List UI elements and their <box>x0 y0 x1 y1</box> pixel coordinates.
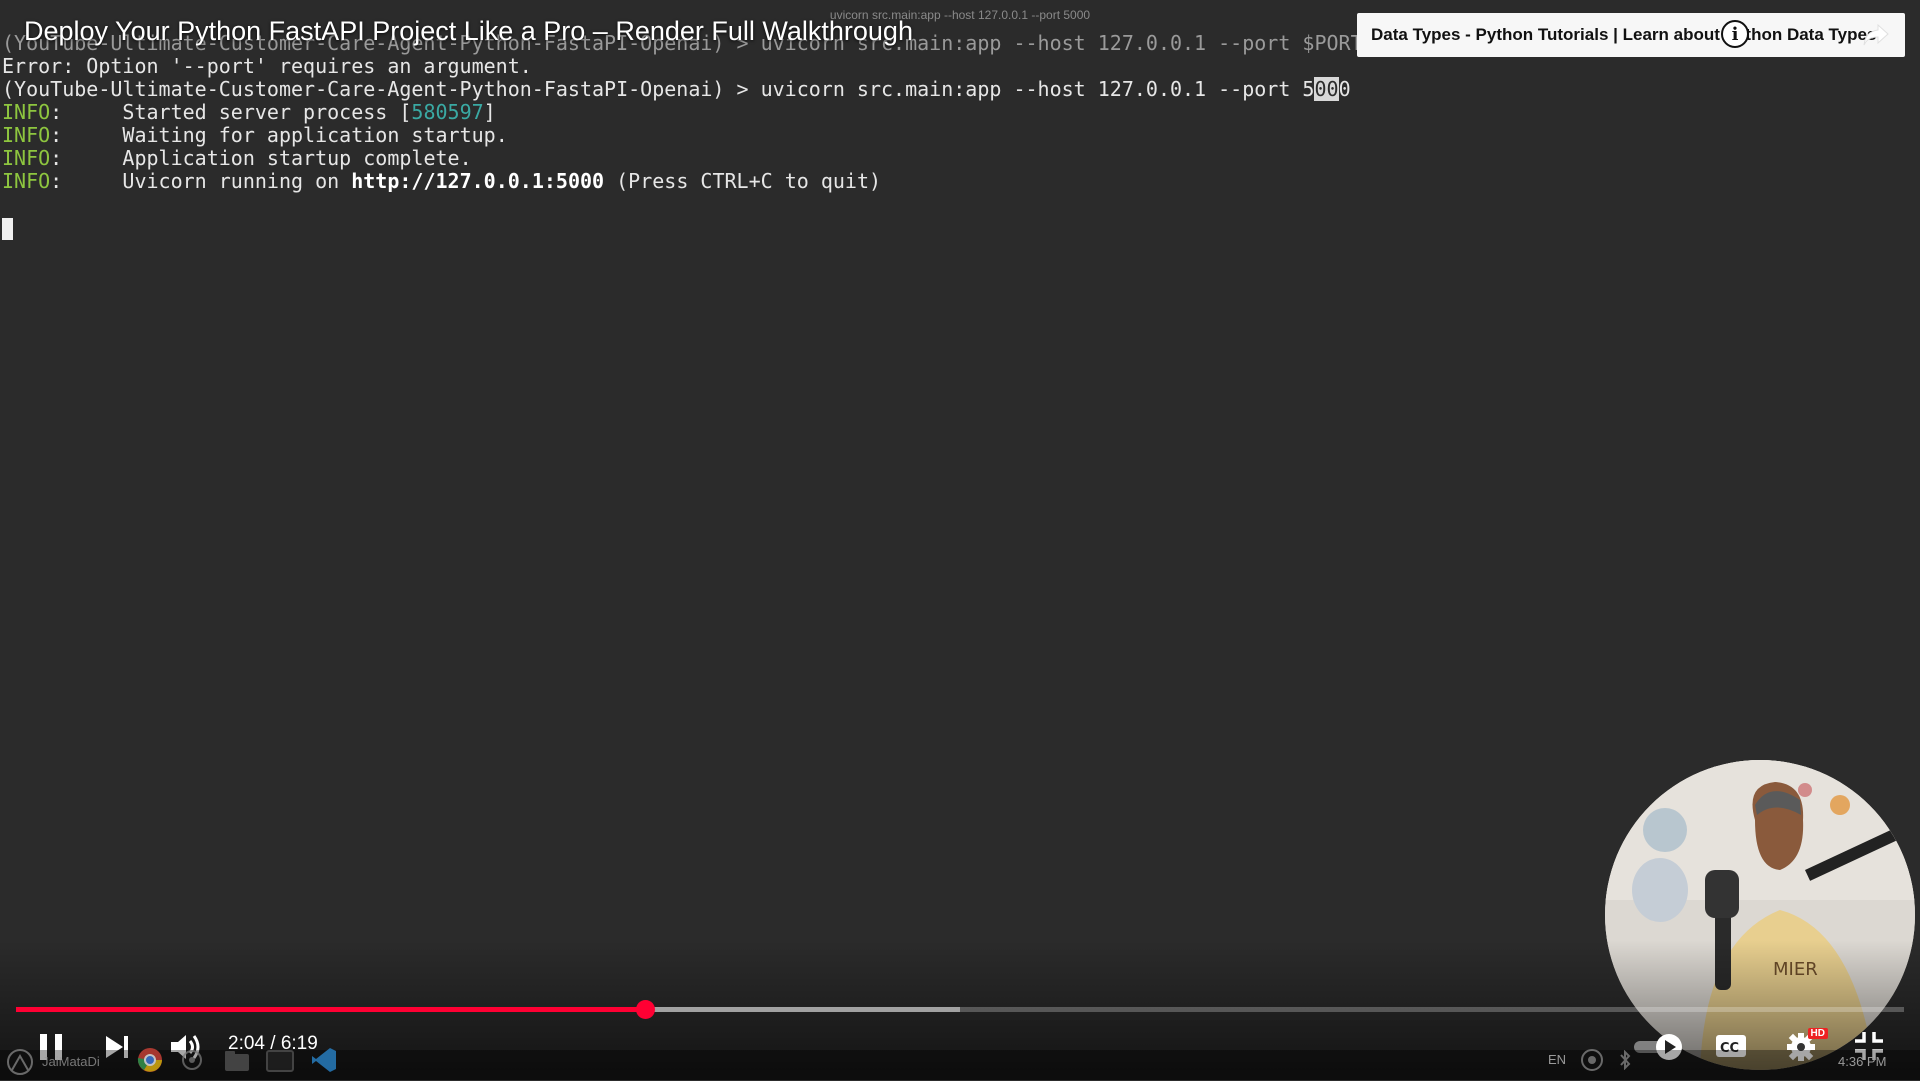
log-message-end: ] <box>483 100 496 124</box>
progress-scrubber[interactable] <box>635 1000 655 1019</box>
log-colon: : <box>50 100 63 124</box>
os-logo-icon[interactable] <box>6 1048 34 1081</box>
log-message-end: (Press CTRL+C to quit) <box>604 169 882 193</box>
video-title[interactable]: Deploy Your Python FastAPI Project Like … <box>24 16 913 47</box>
log-message: Started server process [ <box>62 100 412 124</box>
log-message: Uvicorn running on <box>62 169 352 193</box>
terminal-line-5: INFO: Waiting for application startup. <box>2 124 508 147</box>
command-text: (YouTube-Ultimate-Customer-Care-Agent-Py… <box>2 77 1315 101</box>
progress-bar[interactable] <box>16 1000 1904 1019</box>
log-level: INFO <box>2 146 51 170</box>
log-level: INFO <box>2 123 51 147</box>
log-level: INFO <box>2 169 51 193</box>
system-clock: 4:36 PM <box>1838 1054 1887 1069</box>
log-message: Waiting for application startup. <box>62 123 508 147</box>
log-colon: : <box>50 146 63 170</box>
terminal-app-icon[interactable] <box>266 1050 294 1077</box>
log-level: INFO <box>2 100 51 124</box>
share-icon[interactable] <box>1863 23 1889 52</box>
info-card[interactable]: Data Types - Python Tutorials | Learn ab… <box>1357 13 1905 57</box>
files-app-icon[interactable] <box>224 1050 250 1077</box>
selected-text: 00 <box>1314 77 1339 101</box>
log-colon: : <box>50 169 63 193</box>
command-text-end: 0 <box>1338 77 1351 101</box>
terminal-line-7: INFO: Uvicorn running on http://127.0.0.… <box>2 170 881 193</box>
info-icon[interactable]: i <box>1721 20 1749 48</box>
hd-badge: HD <box>1807 1028 1828 1039</box>
process-id: 580597 <box>411 100 484 124</box>
keyboard-language[interactable]: EN <box>1548 1052 1566 1067</box>
settings-app-icon[interactable] <box>180 1048 204 1077</box>
obs-icon[interactable] <box>1580 1048 1604 1077</box>
terminal-cursor <box>2 218 13 240</box>
terminal-line-6: INFO: Application startup complete. <box>2 147 472 170</box>
progress-played <box>16 1007 645 1012</box>
terminal-line-4: INFO: Started server process [580597] <box>2 101 496 124</box>
terminal-line-2: Error: Option '--port' requires an argum… <box>2 54 532 78</box>
log-message: Application startup complete. <box>62 146 472 170</box>
taskbar-user-label: JaiMataDi <box>42 1054 100 1069</box>
info-card-text: Data Types - Python Tutorials | Learn ab… <box>1371 25 1877 44</box>
server-url: http://127.0.0.1:5000 <box>351 169 605 193</box>
vscode-icon[interactable] <box>310 1046 338 1079</box>
chrome-icon[interactable] <box>136 1046 164 1079</box>
bluetooth-icon[interactable] <box>1618 1049 1632 1075</box>
terminal-line-3: (YouTube-Ultimate-Customer-Care-Agent-Py… <box>2 77 1351 101</box>
log-colon: : <box>50 123 63 147</box>
